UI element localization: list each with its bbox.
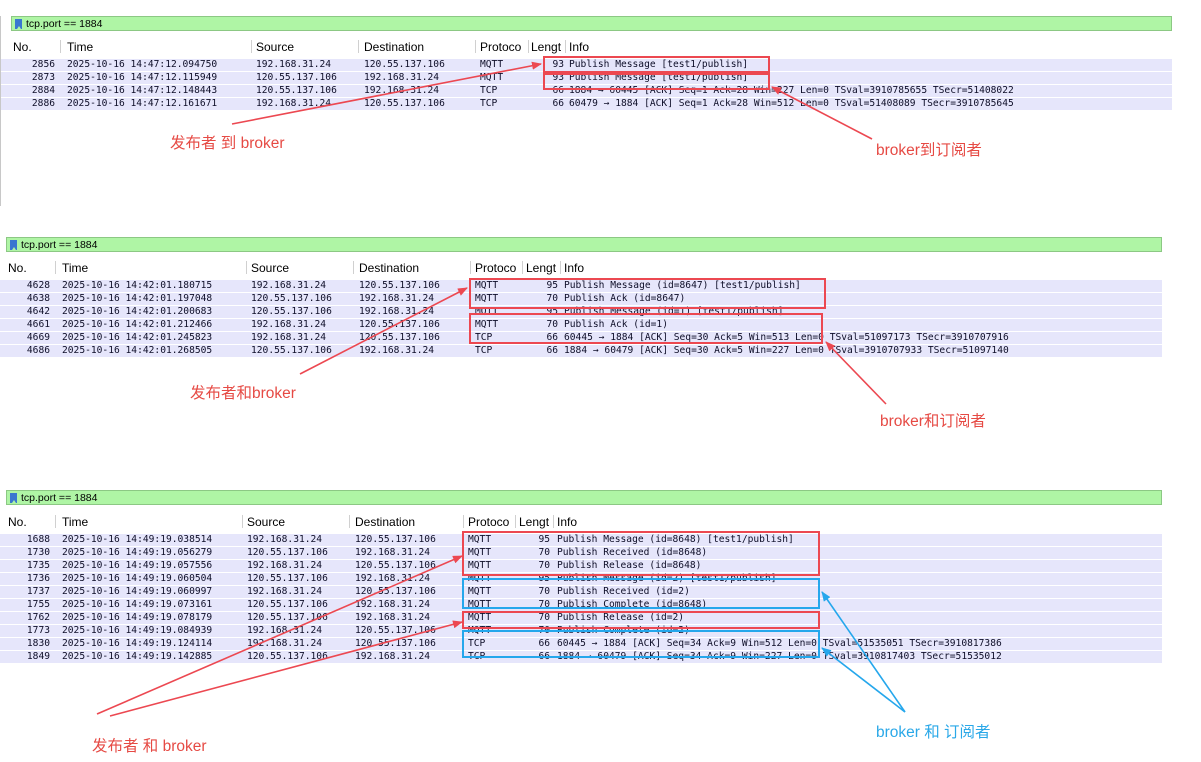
highlight-box xyxy=(469,313,823,344)
filter-text[interactable]: tcp.port == 1884 xyxy=(21,492,97,504)
annotation-publisher-and-broker: 发布者和broker xyxy=(190,385,296,402)
column-header: No. Time Source Destination Protoco Leng… xyxy=(1,38,1172,55)
column-header: No. Time Source Destination Protoco Leng… xyxy=(0,513,1162,530)
highlight-box xyxy=(462,578,820,609)
col-time[interactable]: Time xyxy=(67,40,93,54)
col-no[interactable]: No. xyxy=(8,261,27,275)
col-no[interactable]: No. xyxy=(8,515,27,529)
annotation-publisher-to-broker: 发布者 到 broker xyxy=(170,135,285,152)
col-length[interactable]: Lengt xyxy=(519,515,549,529)
col-info[interactable]: Info xyxy=(564,261,584,275)
col-destination[interactable]: Destination xyxy=(359,261,419,275)
highlight-box xyxy=(543,56,770,73)
display-filter-bar[interactable]: tcp.port == 1884 xyxy=(11,16,1172,31)
column-header: No. Time Source Destination Protoco Leng… xyxy=(0,259,1162,276)
annotation-broker-to-subscriber: broker到订阅者 xyxy=(876,142,982,159)
col-length[interactable]: Lengt xyxy=(526,261,556,275)
display-filter-bar[interactable]: tcp.port == 1884 xyxy=(6,237,1162,252)
highlight-box xyxy=(462,611,820,629)
col-protocol[interactable]: Protoco xyxy=(468,515,509,529)
table-row[interactable]: 4686 2025-10-16 14:42:01.268505 120.55.1… xyxy=(0,345,1162,357)
bookmark-icon[interactable] xyxy=(10,493,17,503)
col-destination[interactable]: Destination xyxy=(355,515,415,529)
col-info[interactable]: Info xyxy=(569,40,589,54)
col-time[interactable]: Time xyxy=(62,515,88,529)
highlight-box xyxy=(462,630,820,658)
bookmark-icon[interactable] xyxy=(15,19,22,29)
col-time[interactable]: Time xyxy=(62,261,88,275)
highlight-box xyxy=(469,278,826,309)
packet-list-panel-1: tcp.port == 1884 No. Time Source Destina… xyxy=(0,16,1172,206)
annotation-broker-and-subscriber: broker和订阅者 xyxy=(880,413,986,430)
col-no[interactable]: No. xyxy=(13,40,32,54)
annotation-publisher-and-broker: 发布者 和 broker xyxy=(92,738,207,755)
filter-text[interactable]: tcp.port == 1884 xyxy=(26,18,102,30)
bookmark-icon[interactable] xyxy=(10,240,17,250)
highlight-box xyxy=(462,531,820,576)
col-info[interactable]: Info xyxy=(557,515,577,529)
filter-text[interactable]: tcp.port == 1884 xyxy=(21,239,97,251)
highlight-box xyxy=(543,73,770,90)
col-destination[interactable]: Destination xyxy=(364,40,424,54)
col-length[interactable]: Lengt xyxy=(531,40,561,54)
display-filter-bar[interactable]: tcp.port == 1884 xyxy=(6,490,1162,505)
col-source[interactable]: Source xyxy=(247,515,285,529)
packet-list-panel-2: tcp.port == 1884 No. Time Source Destina… xyxy=(0,237,1162,387)
col-source[interactable]: Source xyxy=(256,40,294,54)
col-protocol[interactable]: Protoco xyxy=(480,40,521,54)
annotation-broker-and-subscriber: broker 和 订阅者 xyxy=(876,724,991,741)
col-protocol[interactable]: Protoco xyxy=(475,261,516,275)
col-source[interactable]: Source xyxy=(251,261,289,275)
table-row[interactable]: 2886 2025-10-16 14:47:12.161671 192.168.… xyxy=(1,98,1172,110)
